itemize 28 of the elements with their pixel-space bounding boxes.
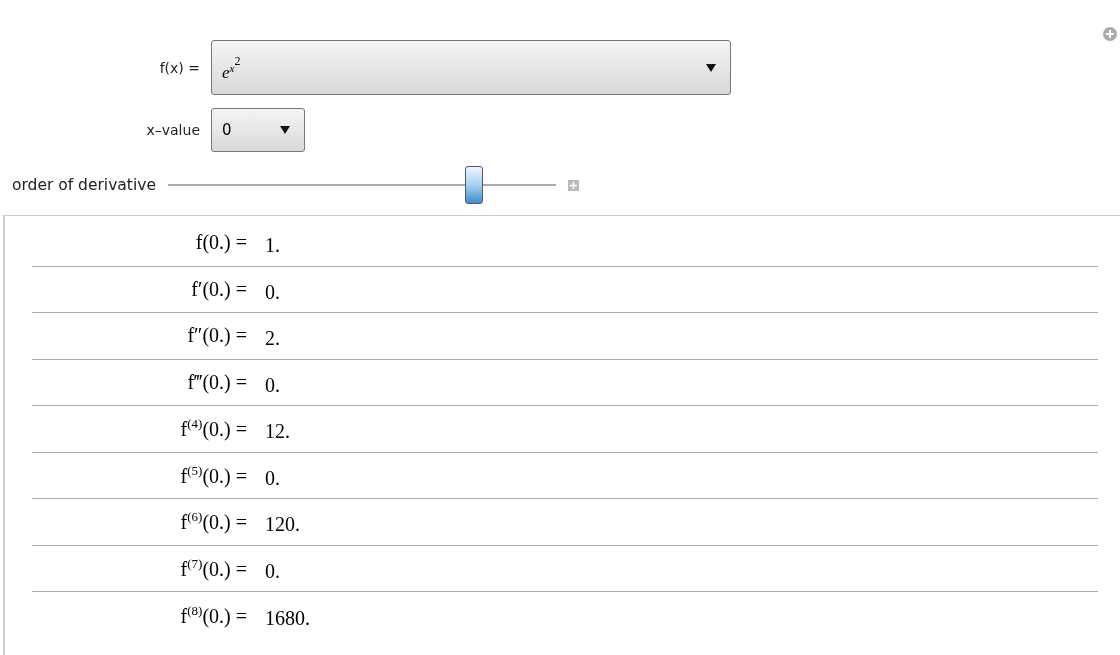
x-value-label: x–value (145, 122, 200, 138)
derivative-label: f$^{(4)}$(0.) = (179, 416, 247, 442)
plus-icon[interactable] (1103, 27, 1117, 41)
derivative-label: f‴(0.) = (186, 370, 247, 394)
caret-icon (706, 63, 716, 72)
derivative-value: 0. (265, 373, 281, 397)
plus-icon[interactable] (567, 179, 579, 191)
caret-icon (280, 126, 290, 134)
order-label: order of derivative (12, 176, 156, 194)
derivative-label: f$^{(7)}$(0.) = (179, 555, 247, 581)
derivative-value: 2. (265, 327, 281, 351)
derivative-value: 1680. (265, 606, 311, 630)
derivative-label: f$^{(5)}$(0.) = (179, 462, 247, 488)
function-label: f(x) = (158, 59, 200, 76)
derivative-value: 0. (265, 466, 281, 490)
order-slider[interactable] (167, 166, 556, 204)
derivative-value: 1. (265, 234, 281, 258)
derivative-value: 0. (265, 280, 281, 304)
x-value-dropdown[interactable]: 0 (211, 108, 305, 152)
slider-thumb[interactable] (465, 166, 484, 204)
derivative-value: 12. (265, 420, 291, 444)
derivative-label: f″(0.) = (186, 324, 247, 348)
derivative-value: 0. (265, 559, 281, 583)
derivative-value: 120. (265, 513, 301, 537)
derivative-label: f(0.) = (194, 231, 247, 255)
derivative-label: f$^{(6)}$(0.) = (179, 509, 247, 535)
derivative-label: f$^{(8)}$(0.) = (179, 602, 247, 628)
derivative-label: f′(0.) = (190, 277, 247, 301)
